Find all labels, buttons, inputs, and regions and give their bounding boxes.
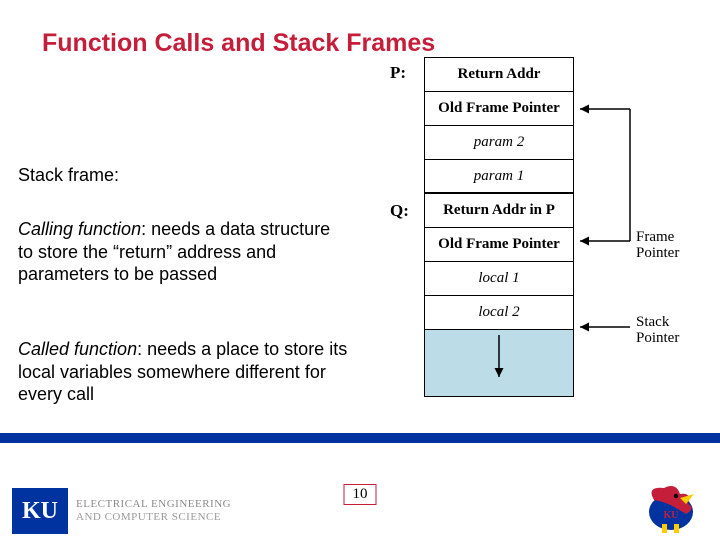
diagram-arrows [358,45,718,445]
svg-text:KU: KU [664,510,679,521]
ku-logo-icon: KU [12,488,68,534]
ku-logo-block: KU ELECTRICAL ENGINEERING AND COMPUTER S… [12,488,231,534]
stack-frame-label: Stack frame: [18,164,348,187]
divider-bar [0,433,720,443]
dept-line2: AND COMPUTER SCIENCE [76,511,231,524]
jayhawk-icon: KU [636,478,706,534]
called-function-text: Called function: needs a place to store … [18,338,348,406]
calling-function-text: Calling function: needs a data structure… [18,218,348,286]
stack-diagram: P: Q: Return Addr Old Frame Pointer para… [358,45,718,445]
calling-label: Calling function [18,219,141,239]
called-label: Called function [18,339,137,359]
dept-line1: ELECTRICAL ENGINEERING [76,498,231,511]
page-number: 10 [344,484,377,505]
department-text: ELECTRICAL ENGINEERING AND COMPUTER SCIE… [76,498,231,524]
